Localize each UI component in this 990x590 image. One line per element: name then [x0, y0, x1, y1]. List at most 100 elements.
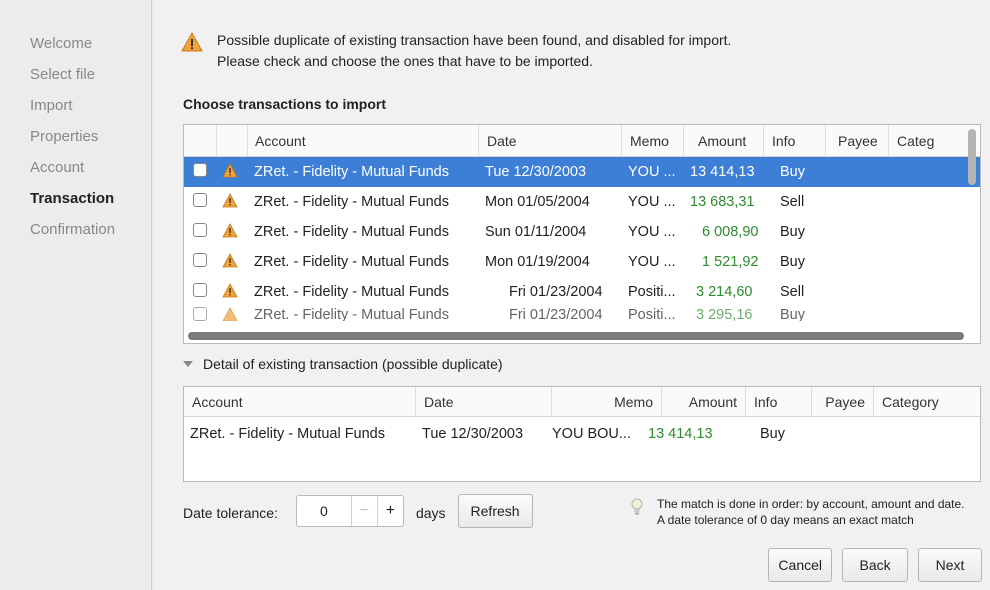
cell-amount: 3 295,16 [696, 307, 753, 321]
table-row[interactable]: ZRet. - Fidelity - Mutual Funds Mon 01/1… [184, 247, 980, 277]
footer-buttons: Cancel Back Next [768, 548, 982, 582]
cell-memo: YOU ... [628, 224, 676, 240]
row-checkbox[interactable] [193, 223, 207, 237]
table-row[interactable]: ZRet. - Fidelity - Mutual Funds Tue 12/3… [184, 157, 980, 187]
table-row[interactable]: ZRet. - Fidelity - Mutual Funds Tue 12/3… [184, 419, 980, 449]
row-checkbox[interactable] [193, 253, 207, 267]
horizontal-scrollbar[interactable] [188, 332, 964, 340]
vertical-scrollbar[interactable] [968, 129, 976, 185]
row-checkbox[interactable] [193, 307, 207, 321]
section-title: Choose transactions to import [183, 96, 387, 112]
cell-info: Sell [780, 284, 805, 300]
sidebar-item-confirmation[interactable]: Confirmation [30, 214, 151, 245]
cell-amount: 1 521,92 [702, 254, 759, 270]
main-panel: Possible duplicate of existing transacti… [153, 0, 990, 590]
row-checkbox[interactable] [193, 193, 207, 207]
col-payee[interactable]: Payee [812, 387, 874, 417]
col-category[interactable]: Categ [889, 125, 959, 157]
sidebar-item-import[interactable]: Import [30, 90, 151, 121]
warning-icon [222, 282, 238, 297]
cell-memo: YOU ... [628, 164, 676, 180]
cell-account: ZRet. - Fidelity - Mutual Funds [190, 426, 385, 442]
col-memo[interactable]: Memo [622, 125, 684, 157]
cell-account: ZRet. - Fidelity - Mutual Funds [254, 164, 449, 180]
row-checkbox[interactable] [193, 163, 207, 177]
match-hint: The match is done in order: by account, … [631, 496, 965, 528]
date-tolerance-bar: Date tolerance: 0 − + days Refresh [183, 494, 533, 528]
col-date[interactable]: Date [479, 125, 622, 157]
warning-line-1: Possible duplicate of existing transacti… [217, 32, 732, 48]
warning-icon [222, 222, 238, 237]
col-info[interactable]: Info [746, 387, 812, 417]
col-account[interactable]: Account [248, 125, 479, 157]
sidebar-item-select-file[interactable]: Select file [30, 59, 151, 90]
cell-memo: Positi... [628, 307, 676, 321]
detail-expander[interactable]: Detail of existing transaction (possible… [183, 356, 503, 372]
col-check[interactable] [184, 125, 217, 157]
table-row[interactable]: ZRet. - Fidelity - Mutual Funds Fri 01/2… [184, 277, 980, 307]
cell-date: Fri 01/23/2004 [509, 284, 603, 300]
cell-account: ZRet. - Fidelity - Mutual Funds [254, 284, 449, 300]
hint-line-1: The match is done in order: by account, … [657, 497, 965, 511]
warning-icon [222, 162, 238, 177]
cell-account: ZRet. - Fidelity - Mutual Funds [254, 254, 449, 270]
col-amount[interactable]: Amount [684, 125, 764, 157]
sidebar-item-welcome[interactable]: Welcome [30, 28, 151, 59]
warning-icon [222, 307, 238, 321]
cell-info: Buy [760, 426, 785, 442]
decrement-button[interactable]: − [350, 496, 377, 526]
date-tolerance-value[interactable]: 0 [297, 503, 351, 519]
existing-transaction-table[interactable]: Account Date Memo Amount Info Payee Cate… [183, 386, 981, 482]
date-tolerance-stepper[interactable]: 0 − + [295, 495, 404, 527]
hint-line-2: A date tolerance of 0 day means an exact… [657, 513, 914, 527]
cell-date: Mon 01/05/2004 [485, 194, 590, 210]
table-row[interactable]: ZRet. - Fidelity - Mutual Funds Fri 01/2… [184, 307, 980, 321]
duplicate-warning: Possible duplicate of existing transacti… [181, 30, 731, 72]
table-header: Account Date Memo Amount Info Payee Cate… [184, 125, 980, 157]
col-payee[interactable]: Payee [826, 125, 889, 157]
date-tolerance-unit: days [415, 505, 446, 521]
cell-amount: 13 414,13 [690, 164, 755, 180]
col-info[interactable]: Info [764, 125, 826, 157]
col-status[interactable] [217, 125, 248, 157]
refresh-button[interactable]: Refresh [457, 494, 533, 528]
wizard-sidebar: Welcome Select file Import Properties Ac… [0, 0, 152, 590]
row-checkbox[interactable] [193, 283, 207, 297]
cell-info: Buy [780, 164, 805, 180]
col-category[interactable]: Category [874, 387, 960, 417]
cell-amount: 3 214,60 [696, 284, 753, 300]
col-date[interactable]: Date [416, 387, 552, 417]
cell-memo: YOU ... [628, 194, 676, 210]
sidebar-item-properties[interactable]: Properties [30, 121, 151, 152]
cell-amount: 13 414,13 [648, 426, 713, 442]
cell-info: Sell [780, 194, 805, 210]
col-memo[interactable]: Memo [552, 387, 662, 417]
table-row[interactable]: ZRet. - Fidelity - Mutual Funds Mon 01/0… [184, 187, 980, 217]
cell-amount: 6 008,90 [702, 224, 759, 240]
col-amount[interactable]: Amount [662, 387, 746, 417]
cancel-button[interactable]: Cancel [768, 548, 833, 582]
increment-button[interactable]: + [376, 496, 403, 526]
lightbulb-icon [631, 498, 643, 515]
cell-memo: YOU BOU... [552, 426, 631, 442]
back-button[interactable]: Back [842, 548, 909, 582]
cell-account: ZRet. - Fidelity - Mutual Funds [254, 307, 449, 321]
warning-icon [181, 32, 203, 52]
cell-memo: Positi... [628, 284, 676, 300]
sidebar-item-account[interactable]: Account [30, 152, 151, 183]
import-transactions-table[interactable]: Account Date Memo Amount Info Payee Cate… [183, 124, 981, 344]
cell-date: Tue 12/30/2003 [485, 164, 587, 180]
cell-info: Buy [780, 307, 805, 321]
next-button[interactable]: Next [918, 548, 982, 582]
warning-line-2: Please check and choose the ones that ha… [217, 53, 593, 69]
cell-account: ZRet. - Fidelity - Mutual Funds [254, 194, 449, 210]
cell-memo: YOU ... [628, 254, 676, 270]
sidebar-item-transaction[interactable]: Transaction [30, 183, 151, 214]
cell-date: Mon 01/19/2004 [485, 254, 590, 270]
cell-info: Buy [780, 224, 805, 240]
table-header: Account Date Memo Amount Info Payee Cate… [184, 387, 980, 417]
chevron-down-icon [183, 361, 193, 367]
cell-account: ZRet. - Fidelity - Mutual Funds [254, 224, 449, 240]
col-account[interactable]: Account [184, 387, 416, 417]
table-row[interactable]: ZRet. - Fidelity - Mutual Funds Sun 01/1… [184, 217, 980, 247]
